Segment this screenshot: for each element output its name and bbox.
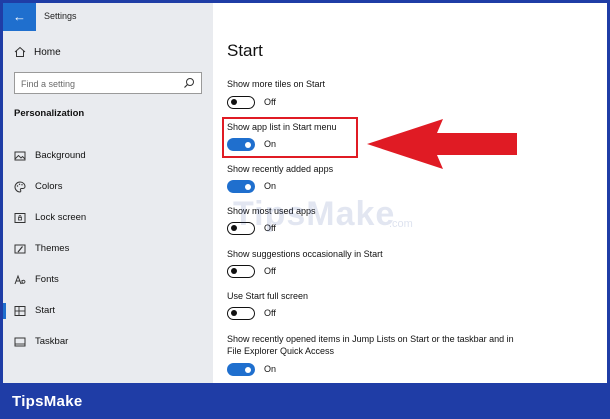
pointer-arrow-icon <box>367 119 517 169</box>
watermark-suffix: .com <box>389 218 413 230</box>
start-icon <box>14 306 26 316</box>
setting-label: Show suggestions occasionally in Start <box>227 249 383 259</box>
sidebar-item-taskbar[interactable]: Taskbar <box>3 330 213 354</box>
sidebar-item-label: Start <box>35 305 56 316</box>
toggle-switch[interactable] <box>227 307 255 320</box>
sidebar-item-label: Fonts <box>35 274 59 285</box>
toggle-switch[interactable] <box>227 180 255 193</box>
image-icon <box>14 151 26 161</box>
toggle-suggestions[interactable]: Off <box>227 265 297 279</box>
sidebar-item-start[interactable]: Start <box>3 299 213 323</box>
lock-screen-icon <box>14 213 26 223</box>
sidebar-item-home[interactable]: Home <box>3 43 213 65</box>
sidebar-item-lock-screen[interactable]: Lock screen <box>3 206 213 230</box>
toggle-switch[interactable] <box>227 363 255 376</box>
watermark: TipsMake <box>233 195 396 233</box>
sidebar-item-fonts[interactable]: Fonts <box>3 268 213 292</box>
toggle-state: On <box>264 181 277 191</box>
search-box <box>14 72 202 94</box>
arrow-left-icon: ← <box>13 9 26 24</box>
toggle-state: On <box>264 364 277 374</box>
toggle-switch[interactable] <box>227 265 255 278</box>
search-input[interactable] <box>21 77 181 90</box>
toggle-state: Off <box>264 266 276 276</box>
sidebar: ← Settings Home Personalization Backgrou… <box>3 3 213 383</box>
sidebar-item-label: Taskbar <box>35 336 69 347</box>
search-icon[interactable] <box>183 77 195 89</box>
font-icon <box>14 274 26 285</box>
setting-label: Show more tiles on Start <box>227 79 326 89</box>
main-panel: Start Show more tiles on Start Off Show … <box>213 3 607 383</box>
palette-icon <box>14 181 26 193</box>
setting-label: Use Start full screen <box>227 291 309 301</box>
sidebar-item-label: Background <box>35 150 86 161</box>
title-bar: ← Settings <box>3 3 213 31</box>
toggle-full-screen[interactable]: Off <box>227 307 297 321</box>
app-title: Settings <box>44 11 77 21</box>
settings-window: ← Settings Home Personalization Backgrou… <box>3 3 607 383</box>
toggle-jump-lists[interactable]: On <box>227 363 297 377</box>
sidebar-item-label: Lock screen <box>35 212 87 223</box>
toggle-recently-added[interactable]: On <box>227 180 297 194</box>
themes-icon <box>14 244 26 254</box>
footer-brand: TipsMake <box>12 393 83 410</box>
home-icon <box>14 46 26 57</box>
page-title: Start <box>227 41 263 60</box>
back-button[interactable]: ← <box>3 3 36 31</box>
section-title: Personalization <box>14 108 85 119</box>
sidebar-item-colors[interactable]: Colors <box>3 175 213 199</box>
toggle-state: Off <box>264 97 276 107</box>
setting-label: Show recently opened items in Jump Lists… <box>227 334 514 356</box>
taskbar-icon <box>14 337 26 347</box>
highlight-box <box>222 117 358 158</box>
toggle-state: Off <box>264 308 276 318</box>
sidebar-item-label: Colors <box>35 181 63 192</box>
toggle-switch[interactable] <box>227 96 255 109</box>
toggle-more-tiles[interactable]: Off <box>227 96 297 110</box>
sidebar-item-label: Home <box>34 47 61 58</box>
sidebar-item-background[interactable]: Background <box>3 144 213 168</box>
sidebar-item-label: Themes <box>35 243 70 254</box>
sidebar-item-themes[interactable]: Themes <box>3 237 213 261</box>
